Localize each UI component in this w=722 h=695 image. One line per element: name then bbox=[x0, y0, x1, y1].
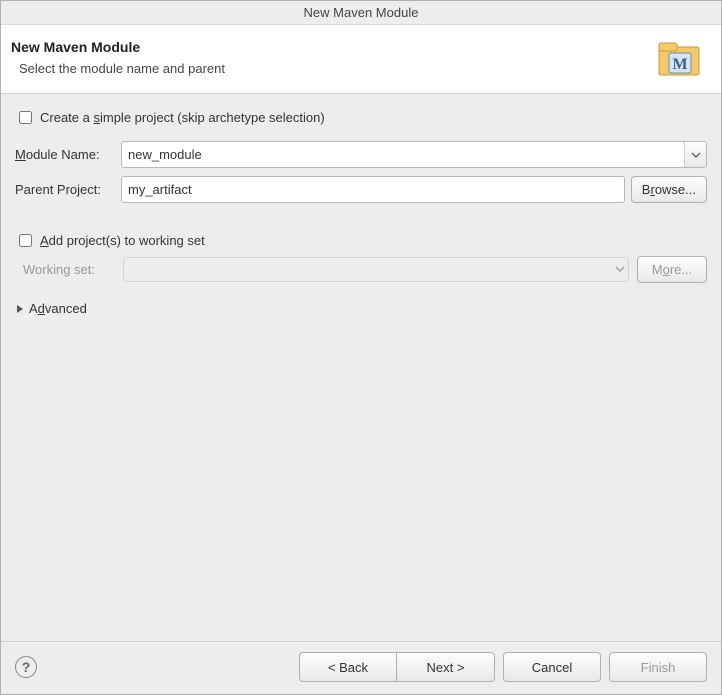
module-name-combo[interactable] bbox=[121, 141, 707, 168]
parent-project-label: Parent Project: bbox=[15, 182, 115, 197]
browse-button[interactable]: Browse... bbox=[631, 176, 707, 203]
header-text: New Maven Module Select the module name … bbox=[11, 39, 225, 76]
next-button[interactable]: Next > bbox=[397, 652, 495, 682]
svg-text:M: M bbox=[672, 56, 687, 73]
cancel-button[interactable]: Cancel bbox=[503, 652, 601, 682]
parent-project-input[interactable] bbox=[121, 176, 625, 203]
add-working-set-row: Add project(s) to working set bbox=[15, 233, 707, 248]
more-button: More... bbox=[637, 256, 707, 283]
simple-project-checkbox[interactable] bbox=[19, 111, 32, 124]
module-name-row: Module Name: bbox=[15, 141, 707, 168]
dialog-footer: ? < Back Next > Cancel Finish bbox=[1, 641, 721, 694]
simple-project-row: Create a simple project (skip archetype … bbox=[15, 110, 707, 125]
dialog-window: New Maven Module New Maven Module Select… bbox=[0, 0, 722, 695]
parent-project-row: Parent Project: Browse... bbox=[15, 176, 707, 203]
working-set-row: Working set: More... bbox=[15, 256, 707, 283]
back-button[interactable]: < Back bbox=[299, 652, 397, 682]
chevron-down-icon bbox=[691, 152, 701, 158]
dialog-content: Create a simple project (skip archetype … bbox=[1, 94, 721, 641]
module-name-label: Module Name: bbox=[15, 147, 115, 162]
module-name-dropdown-button[interactable] bbox=[684, 142, 706, 167]
help-icon[interactable]: ? bbox=[15, 656, 37, 678]
maven-folder-icon: M bbox=[657, 39, 701, 79]
add-working-set-label[interactable]: Add project(s) to working set bbox=[40, 233, 205, 248]
page-subtitle: Select the module name and parent bbox=[19, 61, 225, 76]
add-working-set-checkbox[interactable] bbox=[19, 234, 32, 247]
window-title: New Maven Module bbox=[304, 5, 419, 20]
footer-buttons: < Back Next > Cancel Finish bbox=[299, 652, 707, 682]
working-set-select bbox=[123, 257, 629, 282]
dialog-header: New Maven Module Select the module name … bbox=[1, 25, 721, 94]
simple-project-label[interactable]: Create a simple project (skip archetype … bbox=[40, 110, 325, 125]
advanced-label: Advanced bbox=[29, 301, 87, 316]
page-title: New Maven Module bbox=[11, 39, 225, 55]
finish-button: Finish bbox=[609, 652, 707, 682]
window-titlebar[interactable]: New Maven Module bbox=[1, 1, 721, 25]
module-name-input[interactable] bbox=[122, 142, 684, 167]
working-set-label: Working set: bbox=[23, 262, 115, 277]
advanced-toggle[interactable]: Advanced bbox=[15, 301, 707, 316]
triangle-right-icon bbox=[15, 304, 25, 314]
